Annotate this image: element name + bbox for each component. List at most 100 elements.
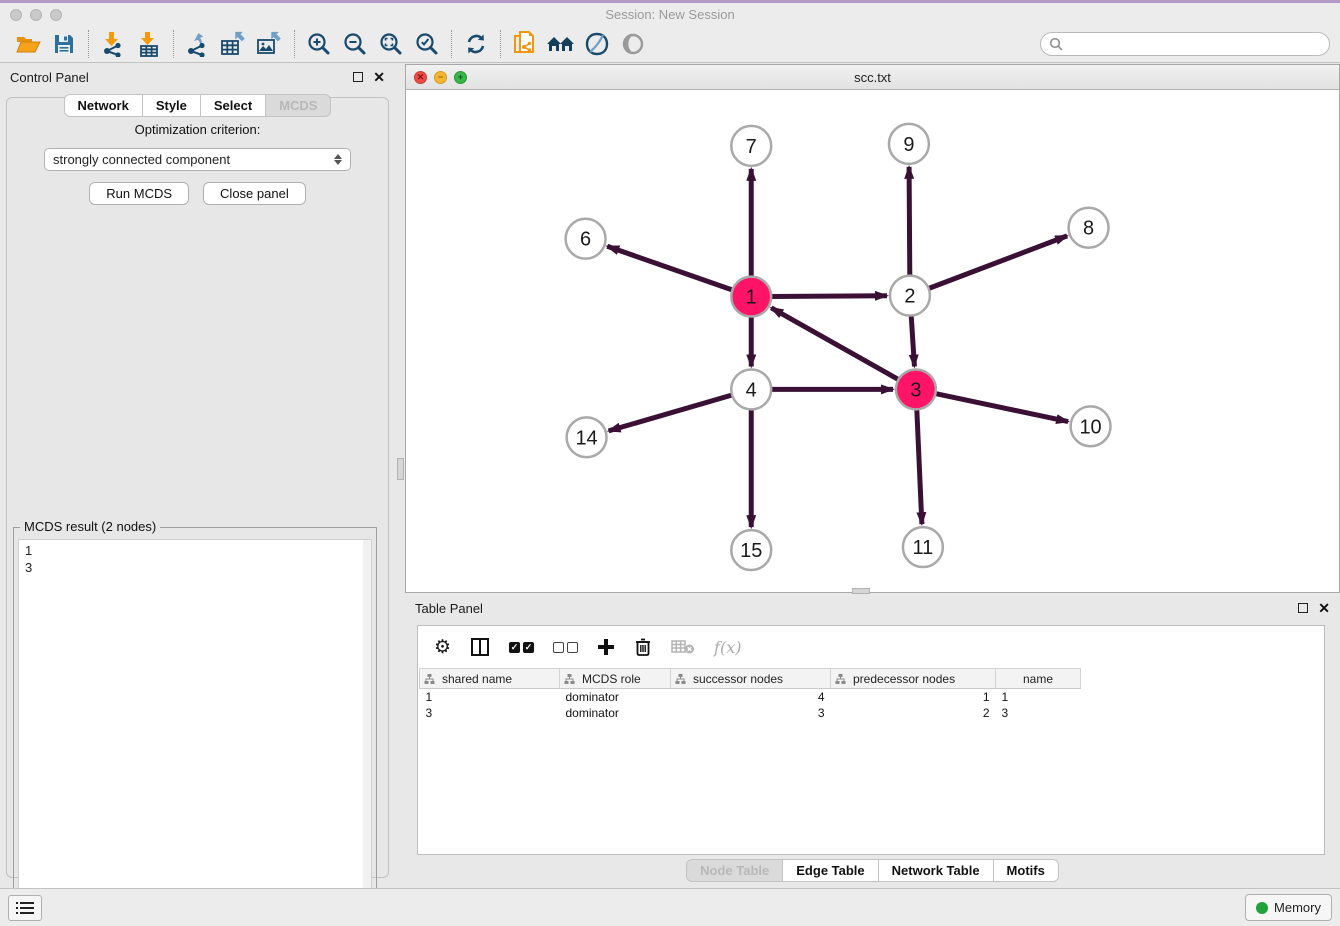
save-session-button[interactable]	[46, 28, 82, 60]
horizontal-splitter-handle[interactable]	[852, 588, 870, 594]
graph-node-label: 6	[580, 229, 591, 251]
search-field[interactable]	[1040, 32, 1330, 56]
import-table-button[interactable]	[131, 28, 167, 60]
column-header-name[interactable]: name	[996, 669, 1081, 689]
graph-edge-2-8[interactable]	[929, 236, 1068, 289]
run-mcds-button[interactable]: Run MCDS	[89, 182, 189, 205]
table-cell[interactable]: 2	[831, 705, 996, 721]
delete-column-icon[interactable]	[634, 637, 652, 657]
tab-node-table[interactable]: Node Table	[686, 859, 783, 882]
export-network-icon	[185, 31, 211, 57]
float-panel-icon[interactable]	[353, 72, 363, 82]
refresh-button[interactable]	[458, 28, 494, 60]
zoom-selected-button[interactable]	[409, 28, 445, 60]
graph-edge-3-10[interactable]	[935, 394, 1068, 422]
tab-style[interactable]: Style	[143, 94, 201, 117]
graph-edge-1-2[interactable]	[771, 296, 887, 297]
mcds-result-textarea[interactable]: 13	[18, 539, 372, 900]
float-table-panel-icon[interactable]	[1298, 603, 1308, 613]
graph-edge-3-11[interactable]	[917, 409, 922, 524]
split-panel-icon[interactable]	[470, 637, 490, 657]
toolbar-separator	[500, 30, 501, 58]
tab-network[interactable]: Network	[64, 94, 143, 117]
tab-mcds[interactable]: MCDS	[266, 94, 331, 117]
table-panel: Table Panel ✕ ⚙ ✓✓ f(x) shared name MCDS…	[405, 595, 1340, 888]
close-panel-icon[interactable]: ✕	[373, 70, 385, 84]
control-panel-header: Control Panel ✕	[0, 64, 395, 90]
deselect-checkboxes-icon[interactable]	[553, 642, 578, 653]
zoom-out-button[interactable]	[337, 28, 373, 60]
table-cell[interactable]: 4	[671, 689, 831, 705]
table-row[interactable]: 1dominator411	[420, 689, 1081, 705]
close-table-panel-icon[interactable]: ✕	[1318, 601, 1330, 615]
zoom-fit-button[interactable]	[373, 28, 409, 60]
list-icon	[16, 901, 34, 915]
table-cell[interactable]: 3	[671, 705, 831, 721]
column-header-shared-name[interactable]: shared name	[420, 669, 560, 689]
vertical-splitter-handle[interactable]	[397, 458, 404, 480]
table-cell[interactable]: 1	[420, 689, 560, 705]
clone-network-button[interactable]	[507, 28, 543, 60]
graph-node-label: 9	[903, 134, 914, 156]
tab-motifs[interactable]: Motifs	[994, 859, 1059, 882]
table-row[interactable]: 3dominator323	[420, 705, 1081, 721]
network-window-titlebar: scc.txt ✕ − +	[406, 65, 1339, 90]
network-graph[interactable]: 7968124314101511	[406, 90, 1339, 592]
add-column-icon[interactable]	[597, 638, 615, 656]
optimization-criterion-select[interactable]: strongly connected component	[44, 148, 351, 171]
tab-edge-table[interactable]: Edge Table	[783, 859, 878, 882]
select-all-checkboxes-icon[interactable]: ✓✓	[509, 642, 534, 653]
graph-edge-4-14[interactable]	[609, 395, 732, 431]
function-builder-icon[interactable]: f(x)	[714, 638, 741, 657]
search-icon	[1049, 37, 1063, 51]
table-cell[interactable]: 3	[996, 705, 1081, 721]
column-type-icon	[835, 674, 846, 684]
column-header-successor-nodes[interactable]: successor nodes	[671, 669, 831, 689]
memory-button[interactable]: Memory	[1245, 894, 1332, 921]
graph-edge-2-3[interactable]	[911, 316, 914, 367]
table-cell[interactable]: 1	[831, 689, 996, 705]
graph-edge-1-6[interactable]	[607, 246, 732, 290]
export-network-button[interactable]	[180, 28, 216, 60]
network-canvas[interactable]: 7968124314101511	[406, 90, 1339, 592]
close-panel-button[interactable]: Close panel	[203, 182, 306, 205]
eye-disabled-icon	[621, 32, 645, 56]
export-table-button[interactable]	[216, 28, 252, 60]
result-scrollbar[interactable]	[363, 540, 371, 899]
open-session-button[interactable]	[10, 28, 46, 60]
export-image-button[interactable]	[252, 28, 288, 60]
delete-table-icon[interactable]	[671, 639, 695, 655]
graph-node-label: 3	[910, 379, 921, 401]
clone-network-icon	[512, 30, 538, 58]
minimize-view-icon[interactable]: −	[434, 71, 447, 84]
table-cell[interactable]: dominator	[560, 705, 671, 721]
zoom-in-button[interactable]	[301, 28, 337, 60]
task-history-button[interactable]	[8, 895, 42, 921]
column-header-predecessor-nodes[interactable]: predecessor nodes	[831, 669, 996, 689]
table-panel-header: Table Panel ✕	[405, 595, 1340, 621]
column-header-mcds-role[interactable]: MCDS role	[560, 669, 671, 689]
table-cell[interactable]: 3	[420, 705, 560, 721]
search-input[interactable]	[1068, 37, 1329, 52]
table-panel-title: Table Panel	[415, 601, 483, 616]
graph-edge-3-1[interactable]	[771, 308, 898, 380]
zoom-selected-icon	[415, 32, 439, 56]
tab-select[interactable]: Select	[201, 94, 266, 117]
import-network-button[interactable]	[95, 28, 131, 60]
table-cell[interactable]: 1	[996, 689, 1081, 705]
table-cell[interactable]: dominator	[560, 689, 671, 705]
maximize-view-icon[interactable]: +	[454, 71, 467, 84]
save-session-icon	[53, 33, 75, 55]
table-settings-gear-icon[interactable]: ⚙	[434, 638, 451, 657]
home-layout-button[interactable]	[543, 28, 579, 60]
eye-toggle-button[interactable]	[615, 28, 651, 60]
network-window-title: scc.txt	[406, 70, 1339, 85]
graph-edge-2-9[interactable]	[909, 167, 910, 276]
memory-label: Memory	[1274, 900, 1321, 915]
column-type-icon	[564, 674, 575, 684]
app-title: Session: New Session	[0, 7, 1340, 22]
style-toggle-button[interactable]	[579, 28, 615, 60]
zoom-out-icon	[343, 32, 367, 56]
close-view-icon[interactable]: ✕	[414, 71, 427, 84]
tab-network-table[interactable]: Network Table	[879, 859, 994, 882]
